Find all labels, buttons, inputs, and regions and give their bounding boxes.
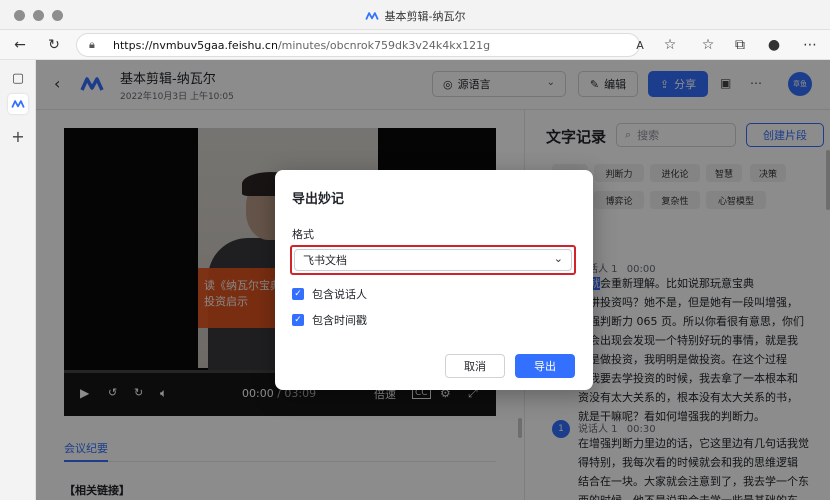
dialog-title: 导出妙记	[292, 192, 345, 207]
tab-actions-icon[interactable]: ▢	[8, 68, 28, 88]
include-timestamp-option[interactable]: ✓ 包含时间戳	[292, 312, 367, 328]
active-tab-feishu-icon[interactable]	[8, 94, 28, 114]
format-select[interactable]: 飞书文档 ⌄	[294, 249, 572, 271]
url-path: /minutes/obcnrok759dk3v24k4kx121g	[277, 38, 491, 52]
address-bar[interactable]: 🔒︎ https://nvmbuv5gaa.feishu.cn/minutes/…	[76, 33, 640, 57]
format-selected-value: 飞书文档	[303, 254, 347, 267]
favorite-star-icon[interactable]: ☆	[660, 35, 680, 55]
include-speaker-label: 包含说话人	[312, 288, 367, 301]
chevron-down-icon: ⌄	[553, 252, 563, 265]
lock-icon: 🔒︎	[89, 38, 95, 51]
window-title-text: 基本剪辑-纳瓦尔	[384, 10, 466, 23]
export-button[interactable]: 导出	[515, 354, 575, 378]
feishu-minutes-logo-icon	[364, 12, 379, 20]
collections-icon[interactable]: ⧉	[730, 35, 750, 55]
read-aloud-icon[interactable]: A	[630, 35, 650, 55]
window-title: 基本剪辑-纳瓦尔	[0, 8, 830, 24]
browser-toolbar: ← ↻ 🔒︎ https://nvmbuv5gaa.feishu.cn/minu…	[0, 30, 830, 60]
checkbox-checked-icon[interactable]: ✓	[292, 288, 304, 300]
include-speaker-option[interactable]: ✓ 包含说话人	[292, 286, 367, 302]
more-menu-icon[interactable]: ⋯	[800, 35, 820, 55]
include-timestamp-label: 包含时间戳	[312, 314, 367, 327]
format-select-highlight: 飞书文档 ⌄	[290, 245, 576, 275]
feishu-tab-logo-icon	[11, 100, 25, 108]
favorites-list-icon[interactable]: ☆	[698, 35, 718, 55]
checkbox-checked-icon[interactable]: ✓	[292, 314, 304, 326]
new-tab-plus-icon[interactable]: +	[8, 126, 28, 146]
browser-sidebar: ▢ +	[0, 60, 36, 500]
url-host: https://nvmbuv5gaa.feishu.cn	[113, 38, 278, 52]
reload-icon[interactable]: ↻	[44, 35, 64, 55]
cancel-button[interactable]: 取消	[445, 354, 505, 378]
export-dialog: 导出妙记 格式 飞书文档 ⌄ ✓ 包含说话人 ✓ 包含时间戳 取消 导出	[275, 170, 593, 390]
back-arrow-icon[interactable]: ←	[10, 35, 30, 55]
profile-icon[interactable]: ●	[764, 35, 784, 55]
window-titlebar: 基本剪辑-纳瓦尔	[0, 0, 830, 30]
format-label: 格式	[292, 228, 314, 241]
